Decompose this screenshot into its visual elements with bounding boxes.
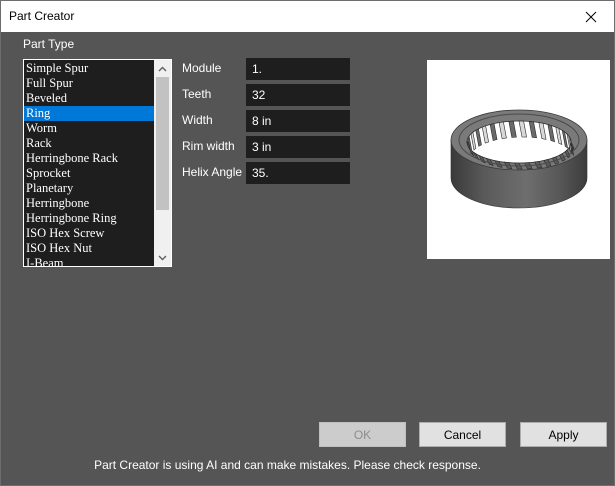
helix-angle-label: Helix Angle (182, 165, 243, 179)
module-input[interactable] (246, 58, 350, 80)
part-preview (427, 60, 610, 259)
apply-button[interactable]: Apply (520, 422, 607, 447)
rim-width-input[interactable] (246, 136, 350, 158)
status-message: Part Creator is using AI and can make mi… (94, 458, 481, 472)
close-button[interactable] (568, 1, 614, 32)
helix-angle-input[interactable] (246, 162, 350, 184)
width-input[interactable] (246, 110, 350, 132)
list-item[interactable]: Full Spur (24, 76, 155, 91)
ok-button[interactable]: OK (319, 422, 406, 447)
teeth-input[interactable] (246, 84, 350, 106)
list-item[interactable]: Sprocket (24, 166, 155, 181)
close-icon (585, 11, 597, 22)
list-item[interactable]: Herringbone (24, 196, 155, 211)
list-item-selected[interactable]: Ring (24, 106, 155, 121)
list-item[interactable]: I-Beam (24, 256, 155, 266)
list-item[interactable]: Rack (24, 136, 155, 151)
list-item[interactable]: ISO Hex Screw (24, 226, 155, 241)
window-title: Part Creator (9, 9, 75, 23)
teeth-label: Teeth (182, 87, 212, 101)
list-item[interactable]: Worm (24, 121, 155, 136)
chevron-down-icon (158, 255, 167, 260)
list-item[interactable]: Planetary (24, 181, 155, 196)
ring-gear-preview-image (450, 109, 588, 209)
list-item[interactable]: Herringbone Rack (24, 151, 155, 166)
part-type-label: Part Type (23, 37, 75, 51)
scroll-up-button[interactable] (154, 60, 171, 77)
dialog-body: Part Type Simple Spur Full Spur Beveled … (1, 32, 614, 485)
cancel-button[interactable]: Cancel (419, 422, 506, 447)
scroll-thumb[interactable] (156, 77, 169, 210)
module-label: Module (182, 61, 222, 75)
vertical-scrollbar[interactable] (154, 60, 171, 266)
title-bar[interactable]: Part Creator (1, 1, 614, 32)
scroll-down-button[interactable] (154, 249, 171, 266)
rim-width-label: Rim width (182, 139, 235, 153)
part-type-listbox[interactable]: Simple Spur Full Spur Beveled Ring Worm … (23, 59, 172, 267)
part-type-list: Simple Spur Full Spur Beveled Ring Worm … (24, 61, 155, 266)
chevron-up-icon (158, 66, 167, 71)
part-creator-window: Part Creator Part Type Simple Spur Full … (0, 0, 615, 486)
list-item[interactable]: Herringbone Ring (24, 211, 155, 226)
list-item[interactable]: Beveled (24, 91, 155, 106)
list-item[interactable]: Simple Spur (24, 61, 155, 76)
list-item[interactable]: ISO Hex Nut (24, 241, 155, 256)
width-label: Width (182, 113, 213, 127)
